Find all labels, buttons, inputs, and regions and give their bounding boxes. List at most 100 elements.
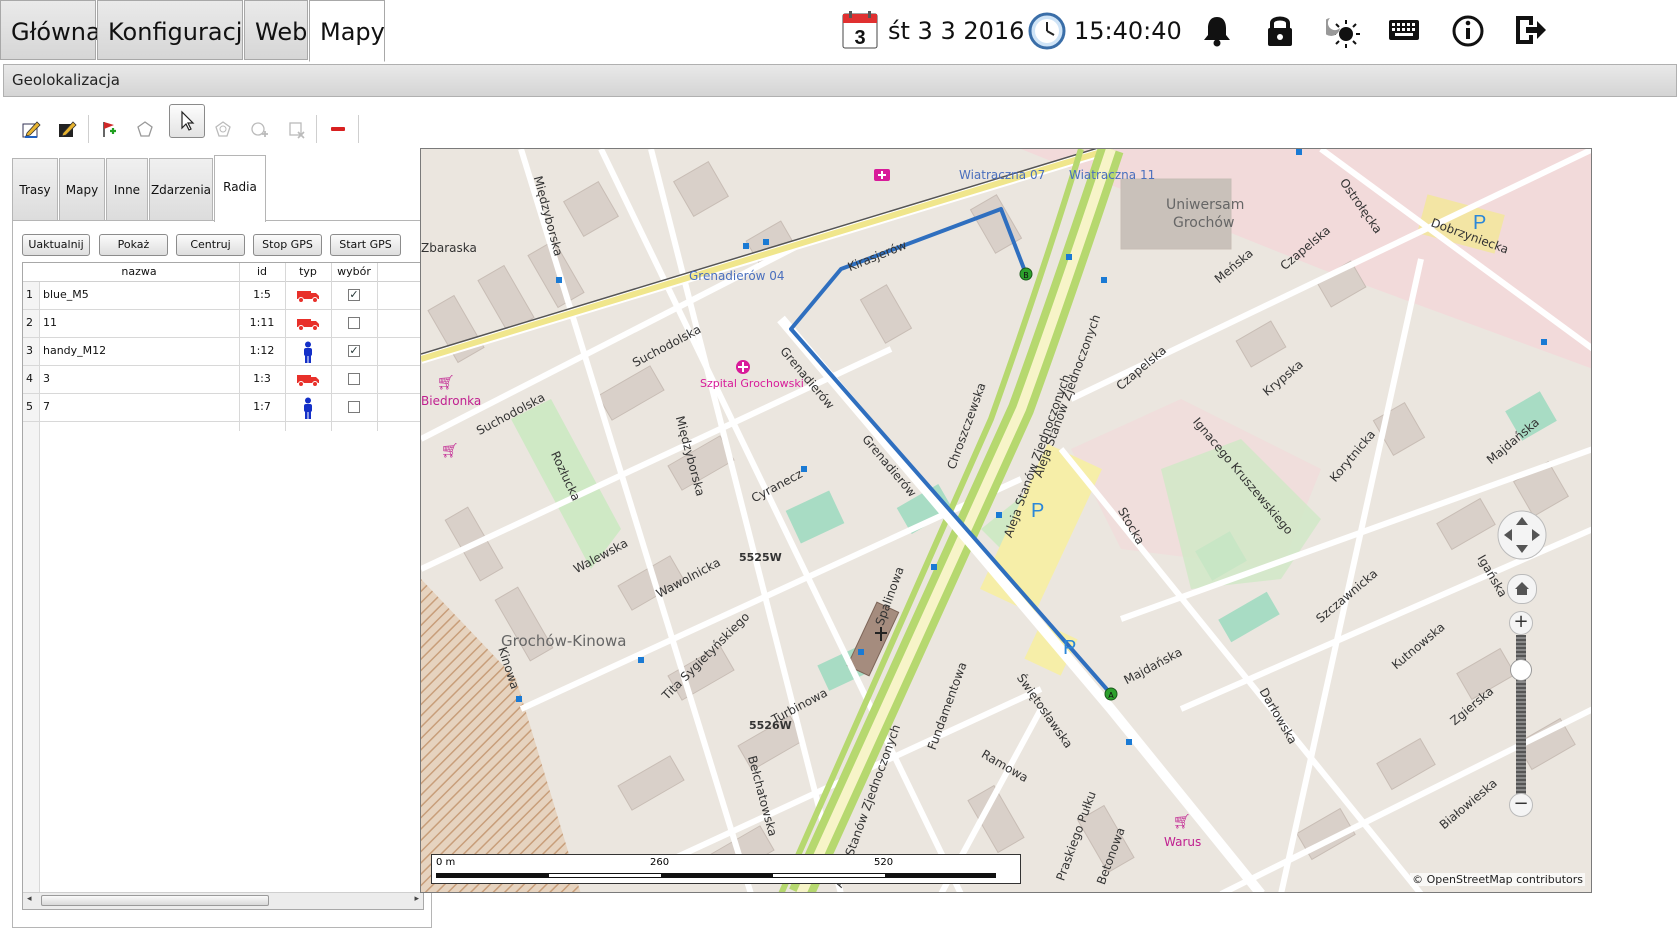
status-date: śt 3 3 2016 (888, 17, 1025, 45)
tab-konfiguracja[interactable]: Konfiguracja (97, 0, 257, 60)
radio-id: 1:11 (249, 316, 275, 329)
toolbar-separator (358, 115, 359, 143)
label-zbaraska: Zbaraska (421, 241, 477, 255)
shop-icon: 🛒︎ (441, 443, 459, 459)
circle-polygon-icon[interactable] (206, 112, 240, 146)
panel-tab-inne[interactable]: Inne (106, 158, 148, 220)
brightness-icon[interactable] (1322, 14, 1360, 52)
zoom-slider-handle[interactable] (1510, 659, 1532, 681)
calendar-icon: 3 (842, 11, 878, 49)
table-row[interactable]: 4 3 1:3 (23, 365, 423, 394)
keyboard-icon[interactable] (1388, 19, 1420, 47)
tab-web[interactable]: Web (244, 0, 308, 60)
person-icon (285, 337, 331, 367)
clock-icon (1028, 12, 1066, 50)
row-number: 2 (26, 316, 33, 329)
radio-name: 11 (43, 316, 57, 329)
allotment-area (421, 579, 581, 892)
row-number: 3 (26, 344, 33, 357)
toolbar-separator (88, 115, 89, 143)
toolbar-separator (316, 115, 317, 143)
panel-tab-radia[interactable]: Radia (214, 155, 266, 222)
start-gps-button[interactable]: Start GPS (330, 234, 401, 256)
parking-sign: P (1031, 500, 1044, 522)
map-view[interactable]: A B P P P Wiatraczna 07 Wiatraczna 11 Un… (420, 148, 1592, 893)
stop-gps-button[interactable]: Stop GPS (253, 234, 322, 256)
table-header: nazwa id typ wybór (23, 263, 423, 282)
label-grochow-kinowa: Grochów-Kinowa (501, 632, 627, 650)
tab-mapy[interactable]: Mapy (309, 0, 385, 62)
label-wiatraczna11: Wiatraczna 11 (1069, 168, 1156, 182)
truck-icon (285, 281, 331, 311)
polygon-icon[interactable] (128, 112, 162, 146)
map-attribution[interactable]: © OpenStreetMap contributors (1410, 873, 1585, 886)
panel-tab-trasy[interactable]: Trasy (12, 158, 58, 220)
header-nazwa[interactable]: nazwa (39, 263, 239, 281)
label-biedronka: Biedronka (421, 394, 482, 408)
table-row[interactable]: 5 7 1:7 (23, 393, 423, 422)
row-number: 5 (26, 400, 33, 413)
radio-id: 1:5 (253, 288, 271, 301)
zoom-out-button[interactable]: − (1509, 793, 1533, 817)
top-bar: Główna Konfiguracja Web Mapy 3 śt 3 3 20… (0, 0, 1680, 62)
add-shape-icon[interactable] (242, 112, 276, 146)
label-warus: Warus (1164, 835, 1202, 849)
select-checkbox[interactable] (348, 373, 360, 385)
calendar-day: 3 (854, 27, 865, 49)
label-szpital: Szpital Grochowski (700, 377, 804, 390)
header-wybor[interactable]: wybór (331, 263, 377, 281)
info-icon[interactable] (1451, 14, 1485, 52)
select-checkbox[interactable] (348, 401, 360, 413)
edit-icon[interactable] (14, 112, 48, 146)
select-arrow-icon[interactable] (169, 104, 205, 138)
label-grochow: Grochów (1173, 215, 1235, 231)
radio-name: blue_M5 (43, 288, 89, 301)
label-5525w: 5525W (739, 551, 782, 564)
uaktualnij-button[interactable]: Uaktualnij (22, 234, 90, 256)
bell-icon[interactable] (1200, 14, 1234, 52)
truck-icon (285, 309, 331, 339)
radio-name: 7 (43, 400, 50, 413)
flag-add-icon[interactable] (92, 112, 126, 146)
select-checkbox[interactable] (348, 317, 360, 329)
tab-glowna[interactable]: Główna (0, 0, 101, 60)
route-start-label: A (1108, 691, 1114, 700)
centruj-button[interactable]: Centruj (176, 234, 245, 256)
radio-name: 3 (43, 372, 50, 385)
header-typ[interactable]: typ (285, 263, 331, 281)
edit-route-icon[interactable] (50, 112, 84, 146)
radio-id: 1:7 (253, 400, 271, 413)
status-time: 15:40:40 (1074, 17, 1182, 45)
zoom-control[interactable]: + − (1509, 611, 1533, 821)
radio-name: handy_M12 (43, 344, 107, 357)
table-row[interactable]: 1 blue_M5 1:5 ✓ (23, 281, 423, 310)
row-number: 1 (26, 288, 33, 301)
select-checkbox[interactable]: ✓ (348, 345, 360, 357)
shop-icon: 🛒︎ (1173, 814, 1191, 830)
person-icon (285, 393, 331, 423)
pokaz-button[interactable]: Pokaż (99, 234, 168, 256)
row-number: 4 (26, 372, 33, 385)
table-row[interactable]: 3 handy_M12 1:12 ✓ (23, 337, 423, 366)
scroll-right-icon[interactable]: ▸ (414, 894, 419, 904)
home-icon[interactable] (1507, 574, 1537, 604)
scale-label-260: 260 (650, 857, 670, 868)
horizontal-scrollbar[interactable]: ◂ ▸ (23, 892, 423, 909)
radio-id: 1:12 (249, 344, 275, 357)
panel-tab-zdarzenia[interactable]: Zdarzenia (149, 158, 213, 220)
panel-tab-mapy[interactable]: Mapy (59, 158, 105, 220)
delete-shape-icon[interactable] (279, 112, 313, 146)
parking-sign: P (1063, 637, 1076, 659)
label-grenadierow04: Grenadierów 04 (689, 269, 785, 283)
label-uniwersam: Uniwersam (1166, 197, 1245, 213)
scrollbar-thumb[interactable] (41, 895, 269, 906)
scroll-left-icon[interactable]: ◂ (27, 894, 32, 904)
zoom-in-button[interactable]: + (1509, 611, 1533, 635)
select-checkbox[interactable]: ✓ (348, 289, 360, 301)
table-row[interactable]: 2 11 1:11 (23, 309, 423, 338)
logout-icon[interactable] (1513, 13, 1547, 51)
remove-icon[interactable] (321, 112, 355, 146)
lock-icon[interactable] (1265, 13, 1295, 51)
shop-icon: 🛒︎ (437, 375, 455, 391)
header-id[interactable]: id (239, 263, 285, 281)
